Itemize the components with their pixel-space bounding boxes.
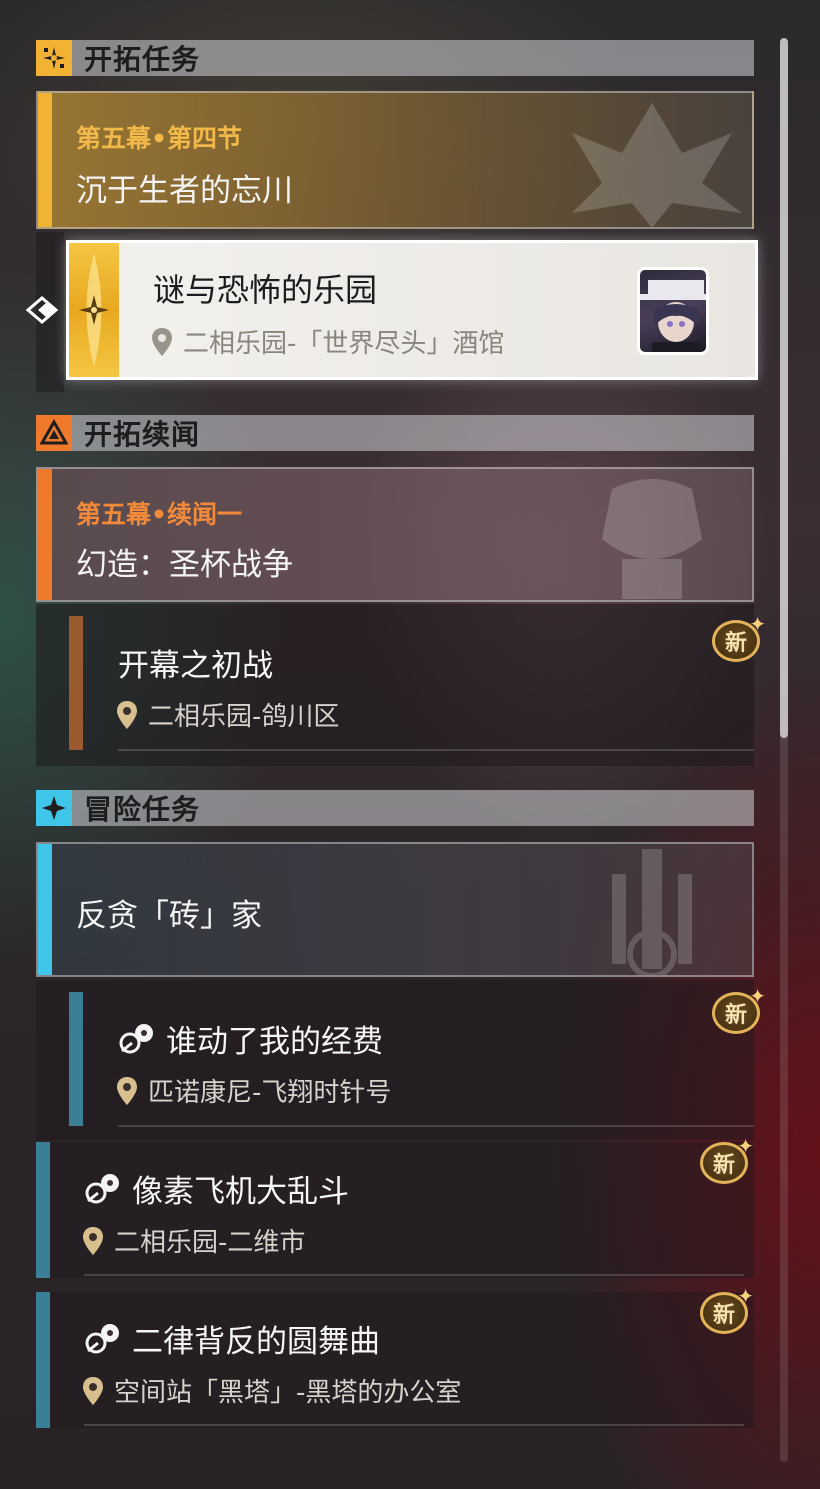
section-title: 冒险任务 bbox=[84, 793, 201, 826]
quest-location-text: 空间站「黑塔」-黑塔的办公室 bbox=[114, 1378, 462, 1408]
quest-location-text: 二相乐园-鸽川区 bbox=[148, 702, 340, 732]
new-badge: 新 ✦ bbox=[710, 986, 766, 1038]
quest-accent-bar bbox=[69, 616, 83, 750]
quest-location: 二相乐园-鸽川区 bbox=[116, 696, 339, 733]
trailblaze-icon bbox=[36, 40, 72, 76]
quest-title-row: 像素飞机大乱斗 bbox=[84, 1166, 349, 1211]
quest-accent-bar bbox=[36, 1142, 50, 1278]
divider bbox=[84, 1424, 744, 1426]
adventure-group-card[interactable]: 反贪「砖」家 bbox=[36, 842, 754, 977]
quest-location: 空间站「黑塔」-黑塔的办公室 bbox=[82, 1372, 461, 1409]
chapter-title: 幻造：圣杯战争 bbox=[76, 547, 293, 583]
new-badge: 新 ✦ bbox=[698, 1136, 754, 1188]
adventure-quest-icon bbox=[85, 1323, 119, 1353]
section-title: 开拓任务 bbox=[84, 43, 201, 76]
quest-card-selected[interactable]: 谜与恐怖的乐园 二相乐园-「世界尽头」酒馆 bbox=[66, 240, 758, 380]
location-pin-icon bbox=[117, 700, 137, 729]
sparkle-icon: ✦ bbox=[737, 1134, 754, 1158]
chapter-title: 沉于生者的忘川 bbox=[76, 173, 293, 209]
adventure-quest-icon bbox=[119, 1023, 153, 1053]
group-emblem-icon bbox=[612, 849, 692, 975]
divider bbox=[118, 749, 754, 751]
sparkle-icon: ✦ bbox=[749, 612, 766, 636]
section-header-trailblaze: 开拓任务 bbox=[36, 40, 754, 76]
section-header-continuance: 开拓续闻 bbox=[36, 415, 754, 451]
quest-location: 二相乐园-二维市 bbox=[82, 1222, 305, 1259]
divider bbox=[84, 1274, 744, 1276]
location-pin-icon bbox=[83, 1376, 103, 1405]
quest-title: 谁动了我的经费 bbox=[166, 1024, 383, 1060]
quest-title: 谜与恐怖的乐园 bbox=[153, 271, 378, 309]
npc-avatar bbox=[637, 267, 709, 355]
scrollbar-thumb[interactable] bbox=[780, 38, 788, 738]
scrollbar[interactable] bbox=[780, 38, 788, 1462]
location-pin-icon bbox=[83, 1226, 103, 1255]
chapter-subtitle: 第五幕•续闻一 bbox=[76, 500, 242, 529]
group-title: 反贪「砖」家 bbox=[76, 898, 262, 934]
sparkle-icon: ✦ bbox=[737, 1284, 754, 1308]
quest-accent-bar bbox=[36, 1292, 50, 1428]
chapter-emblem-icon bbox=[572, 103, 742, 227]
location-pin-icon bbox=[117, 1076, 137, 1105]
quest-location-text: 二相乐园-二维市 bbox=[114, 1228, 306, 1258]
quest-card[interactable]: 二律背反的圆舞曲 空间站「黑塔」-黑塔的办公室 新 ✦ bbox=[36, 1286, 754, 1428]
selected-arrow-icon bbox=[24, 292, 64, 328]
new-badge: 新 ✦ bbox=[710, 614, 766, 666]
quest-location: 匹诺康尼-飞翔时针号 bbox=[116, 1072, 391, 1109]
trailblaze-chapter-card[interactable]: 第五幕•第四节 沉于生者的忘川 bbox=[36, 91, 754, 229]
new-badge: 新 ✦ bbox=[698, 1286, 754, 1338]
sparkle-icon: ✦ bbox=[749, 984, 766, 1008]
quest-type-ribbon bbox=[69, 243, 119, 377]
chapter-emblem-icon bbox=[602, 479, 702, 599]
adventure-quest-icon bbox=[85, 1173, 119, 1203]
continuance-chapter-card[interactable]: 第五幕•续闻一 幻造：圣杯战争 bbox=[36, 467, 754, 602]
quest-title: 像素飞机大乱斗 bbox=[132, 1174, 349, 1210]
chapter-accent-bar bbox=[38, 469, 52, 600]
quest-title: 开幕之初战 bbox=[118, 648, 273, 684]
location-pin-icon bbox=[152, 327, 172, 356]
quest-card[interactable]: 谁动了我的经费 匹诺康尼-飞翔时针号 新 ✦ bbox=[36, 980, 766, 1140]
chapter-subtitle: 第五幕•第四节 bbox=[76, 124, 242, 153]
quest-card[interactable]: 开幕之初战 二相乐园-鸽川区 新 ✦ bbox=[36, 604, 766, 766]
quest-title: 二律背反的圆舞曲 bbox=[132, 1324, 380, 1360]
quest-title-row: 二律背反的圆舞曲 bbox=[84, 1316, 380, 1361]
quest-card[interactable]: 像素飞机大乱斗 二相乐园-二维市 新 ✦ bbox=[36, 1136, 754, 1278]
section-title: 开拓续闻 bbox=[84, 418, 201, 451]
quest-title-row: 谁动了我的经费 bbox=[118, 1016, 383, 1061]
quest-accent-bar bbox=[69, 992, 83, 1126]
quest-location: 二相乐园-「世界尽头」酒馆 bbox=[151, 323, 504, 360]
trailblaze-quest-icon bbox=[79, 253, 109, 367]
adventure-icon bbox=[36, 790, 72, 826]
chapter-accent-bar bbox=[38, 93, 52, 227]
quest-location-text: 匹诺康尼-飞翔时针号 bbox=[148, 1078, 392, 1108]
quest-location-text: 二相乐园-「世界尽头」酒馆 bbox=[183, 329, 505, 359]
section-header-adventure: 冒险任务 bbox=[36, 790, 754, 826]
continuance-icon bbox=[36, 415, 72, 451]
chapter-accent-bar bbox=[38, 844, 52, 975]
divider bbox=[118, 1125, 754, 1127]
